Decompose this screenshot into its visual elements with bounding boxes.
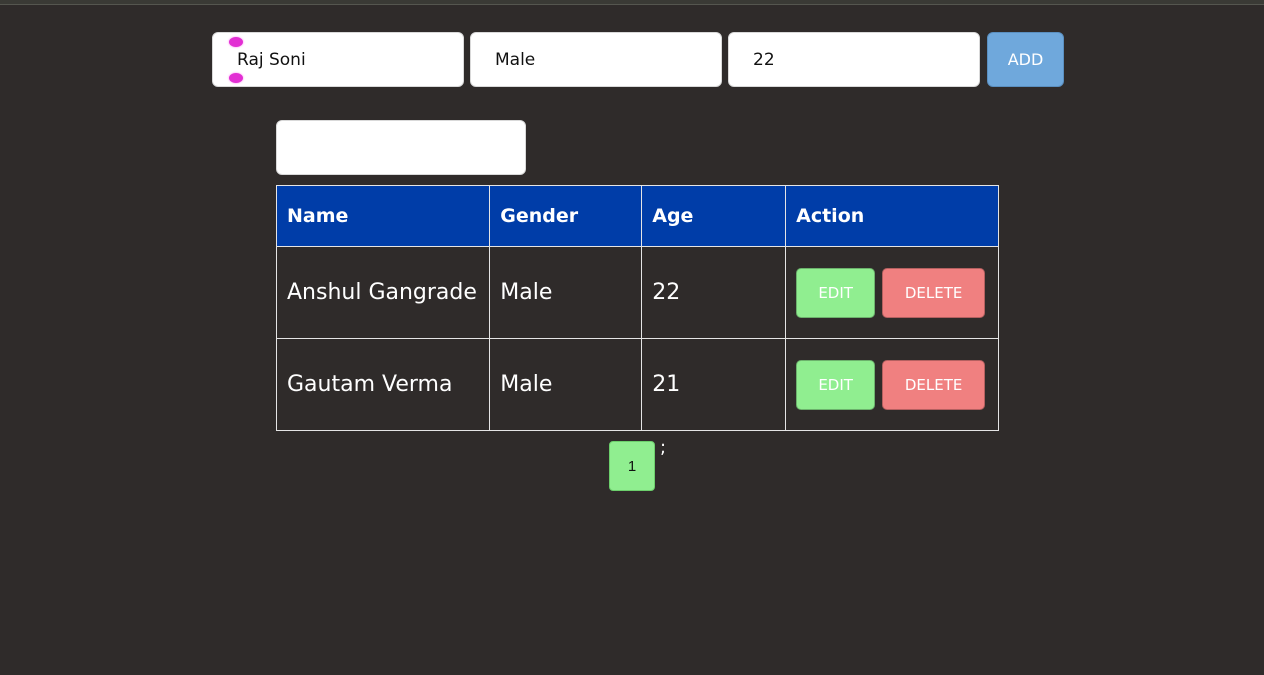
table-row: Anshul Gangrade Male 22 EDIT DELETE xyxy=(275,246,999,339)
gender-input[interactable] xyxy=(470,32,722,87)
text-cursor-icon xyxy=(229,73,243,83)
edit-button[interactable]: EDIT xyxy=(796,359,876,410)
cell-age: 22 xyxy=(641,246,787,339)
page-1-button[interactable]: 1 xyxy=(609,441,655,491)
cell-action: EDIT DELETE xyxy=(785,338,999,431)
cell-age: 21 xyxy=(641,338,787,431)
edit-button[interactable]: EDIT xyxy=(796,267,876,318)
delete-button[interactable]: DELETE xyxy=(882,267,986,318)
add-button[interactable]: ADD xyxy=(987,32,1064,87)
stray-text: ; xyxy=(660,437,667,458)
cell-name: Anshul Gangrade xyxy=(275,246,491,339)
cell-action: EDIT DELETE xyxy=(785,246,999,339)
name-input[interactable] xyxy=(212,32,464,87)
header-age: Age xyxy=(641,185,787,247)
age-input[interactable] xyxy=(728,32,980,87)
window-top-border xyxy=(0,0,1264,5)
users-table: Name Gender Age Action Anshul Gangrade M… xyxy=(275,185,999,431)
cell-gender: Male xyxy=(489,246,643,339)
table-row: Gautam Verma Male 21 EDIT DELETE xyxy=(275,338,999,431)
header-gender: Gender xyxy=(489,185,643,247)
cell-gender: Male xyxy=(489,338,643,431)
header-action: Action xyxy=(785,185,999,247)
text-cursor-icon xyxy=(229,37,243,47)
search-input[interactable] xyxy=(276,120,526,175)
header-name: Name xyxy=(275,185,491,247)
table-header-row: Name Gender Age Action xyxy=(275,185,999,247)
delete-button[interactable]: DELETE xyxy=(882,359,986,410)
cell-name: Gautam Verma xyxy=(275,338,491,431)
